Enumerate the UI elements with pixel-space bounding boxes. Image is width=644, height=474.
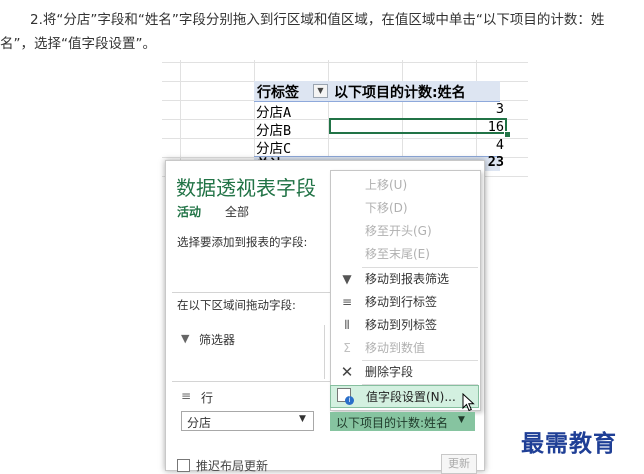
menu-item-move-to-end[interactable]: 移至末尾(E) xyxy=(330,243,479,266)
panel-title: 数据透视表字段 xyxy=(176,176,316,200)
selected-cell-border xyxy=(329,118,507,134)
field-settings-icon: i xyxy=(337,388,354,405)
defer-update-label: 推迟布局更新 xyxy=(196,459,269,473)
filter-area-label: 筛选器 xyxy=(199,333,236,347)
divider xyxy=(172,292,332,293)
menu-item-remove-field[interactable]: ✕ 删除字段 xyxy=(330,361,479,384)
menu-item-label: 移动到数值 xyxy=(365,341,426,355)
menu-item-move-to-values[interactable]: Σ 移动到数值 xyxy=(330,337,479,360)
pivot-row-label: 行标签 xyxy=(257,85,299,101)
menu-item-label: 移至开头(G) xyxy=(365,224,432,238)
mouse-cursor-icon xyxy=(462,393,475,412)
menu-item-label: 上移(U) xyxy=(365,178,408,192)
instruction-text: 2.将“分店”字段和“姓名”字段分别拖入到行区域和值区域，在值区域中单击“以下项… xyxy=(0,8,640,56)
menu-item-move-up[interactable]: 上移(U) xyxy=(330,174,479,197)
rows-icon: ≡ xyxy=(181,389,192,403)
defer-update-checkbox[interactable] xyxy=(177,459,190,472)
tab-active[interactable]: 活动 xyxy=(177,203,201,220)
pivot-row-name[interactable]: 分店A xyxy=(256,101,291,121)
pivot-row-value[interactable]: 3 xyxy=(496,101,504,117)
choose-fields-label: 选择要添加到报表的字段: xyxy=(177,235,308,249)
delete-icon: ✕ xyxy=(340,363,354,381)
columns-icon: ⦀ xyxy=(344,318,350,332)
menu-item-label: 移至末尾(E) xyxy=(365,247,430,261)
menu-item-move-to-row-labels[interactable]: ≡ 移动到行标签 xyxy=(330,291,479,314)
instruction-line-1: 2.将“分店”字段和“姓名”字段分别拖入到行区域和值区域，在值区域中单击“以下项… xyxy=(30,12,605,28)
tab-all[interactable]: 全部 xyxy=(225,203,249,220)
menu-item-label: 删除字段 xyxy=(365,365,414,379)
fill-handle[interactable] xyxy=(504,131,511,138)
divider xyxy=(172,381,332,382)
instruction-line-2: 名”，选择“值字段设置”。 xyxy=(0,36,156,52)
update-button[interactable]: 更新 xyxy=(441,454,477,474)
chevron-down-icon[interactable]: ▼ xyxy=(458,415,465,425)
watermark-logo: 最需教育 xyxy=(521,430,617,457)
filter-drop-area[interactable] xyxy=(172,325,325,379)
chevron-down-icon[interactable]: ▼ xyxy=(299,414,306,424)
menu-item-label: 移动到报表筛选 xyxy=(365,272,450,286)
sigma-icon: Σ xyxy=(343,341,351,355)
menu-item-move-to-beginning[interactable]: 移至开头(G) xyxy=(330,220,479,243)
values-field-label: 以下项目的计数:姓名 xyxy=(336,416,449,430)
rows-icon: ≡ xyxy=(341,295,353,309)
drag-fields-label: 在以下区域间拖动字段: xyxy=(177,298,296,312)
pivot-row-value[interactable]: 4 xyxy=(496,137,504,153)
menu-item-move-down[interactable]: 下移(D) xyxy=(330,197,479,220)
menu-item-label: 下移(D) xyxy=(365,201,408,215)
menu-item-move-to-report-filter[interactable]: ▼ 移动到报表筛选 xyxy=(330,268,479,291)
menu-item-label: 值字段设置(N)... xyxy=(366,390,456,404)
filter-icon: ▼ xyxy=(342,272,352,286)
pivot-value-header: 以下项目的计数:姓名 xyxy=(334,85,466,101)
menu-item-label: 移动到列标签 xyxy=(365,318,438,332)
pivot-filter-dropdown-icon[interactable]: ▼ xyxy=(313,84,328,98)
rows-area-label: 行 xyxy=(201,391,214,405)
menu-item-move-to-column-labels[interactable]: ⦀ 移动到列标签 xyxy=(330,314,479,337)
pivot-row-name[interactable]: 分店B xyxy=(256,119,291,139)
pivot-total-value[interactable]: 23 xyxy=(488,154,504,170)
filter-icon: ▼ xyxy=(181,332,190,345)
menu-item-label: 移动到行标签 xyxy=(365,295,438,309)
rows-field-label: 分店 xyxy=(187,416,212,430)
